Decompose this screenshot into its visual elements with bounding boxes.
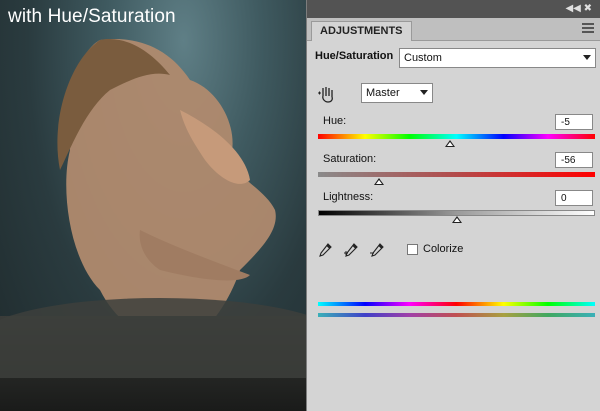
preset-value: Custom [404, 52, 442, 64]
hue-label: Hue: [323, 115, 347, 127]
saturation-input[interactable]: -56 [555, 152, 593, 168]
targeted-adjustment-hand-icon[interactable] [317, 84, 337, 104]
hue-slider-thumb[interactable] [444, 140, 455, 147]
saturation-label: Saturation: [323, 153, 377, 165]
panel-menu-icon[interactable] [582, 23, 594, 33]
adjustments-panel: ◀◀ ✖ ADJUSTMENTS Hue/Saturation Custom M… [306, 0, 600, 411]
color-spectrum-bar-output [318, 313, 595, 317]
adjustment-title: Hue/Saturation [315, 50, 394, 62]
hue-input[interactable]: -5 [555, 114, 593, 130]
colorize-label: Colorize [423, 243, 464, 255]
eyedropper-plus-icon[interactable] [343, 242, 359, 258]
rock-surface [0, 298, 306, 411]
lightness-label: Lightness: [323, 191, 374, 203]
chevron-down-icon [420, 90, 428, 95]
tab-adjustments[interactable]: ADJUSTMENTS [311, 21, 412, 41]
eyedropper-minus-icon[interactable] [369, 242, 385, 258]
panel-top-bar: ◀◀ ✖ [307, 0, 600, 18]
eyedropper-icon[interactable] [317, 242, 333, 258]
double-chevron-right-icon[interactable]: ◀◀ ✖ [565, 3, 592, 14]
panel-tab-bar: ADJUSTMENTS [307, 18, 600, 41]
adjustment-title-row: Hue/Saturation Custom [307, 46, 600, 68]
channel-select[interactable]: Master [361, 83, 433, 103]
colorize-checkbox[interactable] [407, 244, 418, 255]
color-spectrum-bar-input [318, 302, 595, 306]
lightness-slider-thumb[interactable] [451, 216, 462, 223]
channel-value: Master [366, 87, 400, 99]
saturation-slider-thumb[interactable] [373, 178, 384, 185]
hue-track [318, 134, 595, 139]
photo-caption: with Hue/Saturation [8, 6, 176, 27]
saturation-track [318, 172, 595, 177]
chevron-down-icon [583, 55, 591, 60]
lightness-input[interactable]: 0 [555, 190, 593, 206]
preset-select[interactable]: Custom [399, 48, 596, 68]
photo-canvas: with Hue/Saturation [0, 0, 306, 411]
